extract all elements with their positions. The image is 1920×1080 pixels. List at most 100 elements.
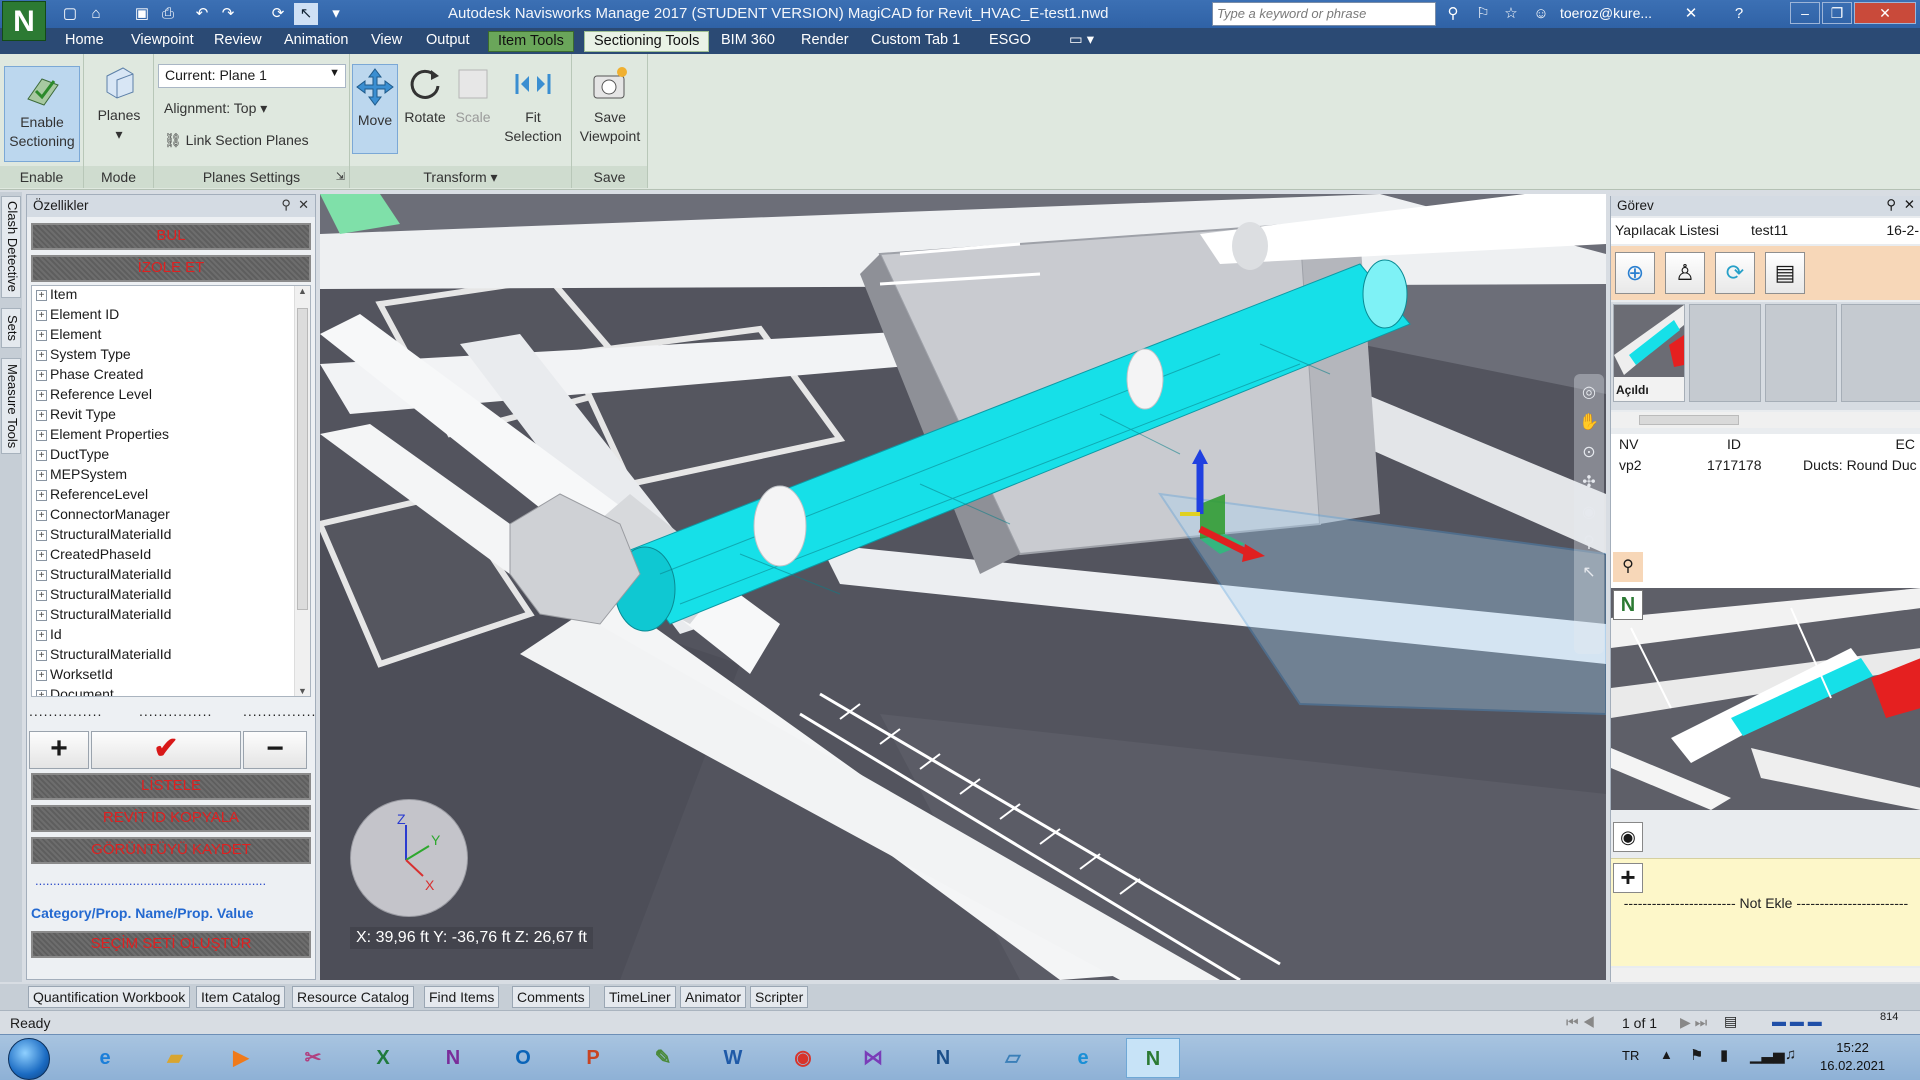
steering-wheel-icon[interactable]: ◎ (1579, 382, 1599, 402)
help-icon[interactable]: ? (1728, 3, 1750, 25)
application-menu-button[interactable]: N (2, 1, 46, 41)
powerpoint-icon[interactable]: P (566, 1038, 620, 1078)
expand-plus-icon[interactable]: + (36, 510, 47, 521)
open-file-icon[interactable]: ⌂ (84, 3, 108, 25)
goruntuyu-kaydet-button[interactable]: GÖRÜNTÜYÜ KAYDET (31, 837, 311, 864)
viewpoint-thumbnail[interactable]: Açıldı (1613, 304, 1685, 402)
tray-expand-icon[interactable]: ▲ (1660, 1047, 1673, 1062)
tree-item[interactable]: + Document (32, 686, 310, 696)
tab-measure-tools[interactable]: Measure Tools (1, 358, 21, 454)
tree-item[interactable]: + StructuralMaterialId (32, 606, 310, 626)
tree-item[interactable]: + StructuralMaterialId (32, 646, 310, 666)
tree-item[interactable]: + Revit Type (32, 406, 310, 426)
tab-review[interactable]: Review (205, 31, 271, 52)
system-clock[interactable]: 15:22 16.02.2021 (1820, 1039, 1885, 1075)
revit-id-kopyala-button[interactable]: REVİT ID KOPYALA (31, 805, 311, 832)
next-sheet-icon[interactable]: ▶ ⏭ (1680, 1014, 1707, 1031)
tree-item[interactable]: + Id (32, 626, 310, 646)
move-button[interactable]: Move (352, 64, 398, 154)
scene-viewport[interactable]: ◎ ✋ ⊙ ✣ ◉ ⚲ ↖ Z Y X X: 39,96 ft Y: -36,7… (320, 194, 1606, 980)
tree-scrollbar[interactable]: ▲ ▼ (294, 286, 310, 696)
outlook-icon[interactable]: O (496, 1038, 550, 1078)
onenote-icon[interactable]: N (426, 1038, 480, 1078)
expand-plus-icon[interactable]: + (36, 350, 47, 361)
expand-plus-icon[interactable]: + (36, 430, 47, 441)
listele-button[interactable]: LİSTELE (31, 773, 311, 800)
tree-item[interactable]: + Phase Created (32, 366, 310, 386)
tab-clash-detective[interactable]: Clash Detective (1, 196, 21, 298)
tree-item[interactable]: + Element ID (32, 306, 310, 326)
tree-item[interactable]: + Element (32, 326, 310, 346)
list-item[interactable]: vp2 1717178 Ducts: Round Duc (1611, 454, 1920, 476)
navisworks-active-icon[interactable]: N (1126, 1038, 1180, 1078)
binoculars-icon[interactable]: ⚲ (1442, 3, 1464, 25)
expand-plus-icon[interactable]: + (36, 370, 47, 381)
pin-icon[interactable]: ⚲ (1886, 197, 1896, 212)
restore-button[interactable]: ❐ (1822, 2, 1852, 24)
tab-animation[interactable]: Animation (275, 31, 357, 52)
assignee-icon[interactable]: ♙ (1665, 252, 1705, 294)
sheet-browser-icon[interactable]: ▤ (1724, 1013, 1737, 1030)
tree-item[interactable]: + Item (32, 286, 310, 306)
viewpoint-thumbnail[interactable] (1689, 304, 1761, 402)
signed-in-user[interactable]: toeroz@kure... (1560, 5, 1652, 21)
media-player-icon[interactable]: ▶ (214, 1038, 268, 1078)
tab-resource-catalog[interactable]: Resource Catalog (292, 986, 415, 1008)
expand-plus-icon[interactable]: + (36, 470, 47, 481)
select-cursor-icon[interactable]: ↖ (294, 3, 318, 25)
remove-button[interactable]: − (243, 731, 307, 769)
tab-scripter[interactable]: Scripter (750, 986, 809, 1008)
task-panel-close-icon[interactable]: ✕ (1904, 197, 1915, 212)
tab-output[interactable]: Output (417, 31, 479, 52)
tab-quantification-workbook[interactable]: Quantification Workbook (28, 986, 191, 1008)
expand-plus-icon[interactable]: + (36, 610, 47, 621)
expand-plus-icon[interactable]: + (36, 570, 47, 581)
tab-find-items[interactable]: Find Items (424, 986, 500, 1008)
word-icon[interactable]: W (706, 1038, 760, 1078)
tree-item[interactable]: + Element Properties (32, 426, 310, 446)
tab-home[interactable]: Home (56, 31, 113, 52)
network-icon[interactable]: ▁▃▅ (1750, 1046, 1785, 1064)
eye-icon[interactable]: ◉ (1613, 822, 1643, 852)
model-render[interactable] (320, 194, 1606, 980)
pan-hand-icon[interactable]: ✋ (1579, 412, 1599, 432)
bul-button[interactable]: BUL (31, 223, 311, 250)
volume-icon[interactable]: ♫ (1785, 1046, 1796, 1063)
expand-plus-icon[interactable]: + (36, 450, 47, 461)
navisworks-manage-icon[interactable]: N (916, 1038, 970, 1078)
dialog-launcher-icon[interactable]: ⇲ (336, 166, 345, 188)
paint-icon[interactable]: ✎ (636, 1038, 690, 1078)
tree-scrollbar-thumb[interactable] (297, 308, 308, 610)
expand-plus-icon[interactable]: + (36, 490, 47, 501)
save-icon[interactable]: ▣ (130, 3, 154, 25)
tab-esgo[interactable]: ESGO (980, 31, 1040, 52)
exchange-apps-icon[interactable]: ✕ (1680, 3, 1702, 25)
favorites-star-icon[interactable]: ☆ (1500, 3, 1522, 25)
tree-item[interactable]: + DuctType (32, 446, 310, 466)
orbit-icon[interactable]: ✣ (1579, 472, 1599, 492)
tree-item[interactable]: + StructuralMaterialId (32, 586, 310, 606)
tree-item[interactable]: + Reference Level (32, 386, 310, 406)
first-sheet-icon[interactable]: ⏮ ◀ (1566, 1014, 1595, 1031)
snipping-tool-icon[interactable]: ✂ (286, 1038, 340, 1078)
expand-plus-icon[interactable]: + (36, 310, 47, 321)
tree-item[interactable]: + MEPSystem (32, 466, 310, 486)
notepad-icon[interactable]: ▱ (986, 1038, 1040, 1078)
pin-icon[interactable]: ⚲ (281, 197, 291, 212)
expand-plus-icon[interactable]: + (36, 410, 47, 421)
chrome-icon[interactable]: ◉ (776, 1038, 830, 1078)
tab-animator[interactable]: Animator (680, 986, 747, 1008)
tab-bim-360[interactable]: BIM 360 (712, 31, 784, 52)
scale-button[interactable]: Scale (450, 64, 496, 154)
viewpoint-thumbnail[interactable] (1765, 304, 1837, 402)
print-icon[interactable]: ⎙ (156, 3, 180, 25)
tab-custom-tab-1[interactable]: Custom Tab 1 (862, 31, 969, 52)
visual-studio-icon[interactable]: ⋈ (846, 1038, 900, 1078)
link-section-planes-toggle[interactable]: ⛓ Link Section Planes (164, 132, 309, 149)
add-note-button[interactable]: + (1613, 863, 1643, 893)
sync-icon[interactable]: ⟳ (1715, 252, 1755, 294)
tab-item-catalog[interactable]: Item Catalog (196, 986, 286, 1008)
tab-viewpoint[interactable]: Viewpoint (122, 31, 203, 52)
alignment-dropdown[interactable]: Alignment: Top ▾ (164, 100, 267, 117)
user-icon[interactable]: ☺ (1530, 3, 1552, 25)
